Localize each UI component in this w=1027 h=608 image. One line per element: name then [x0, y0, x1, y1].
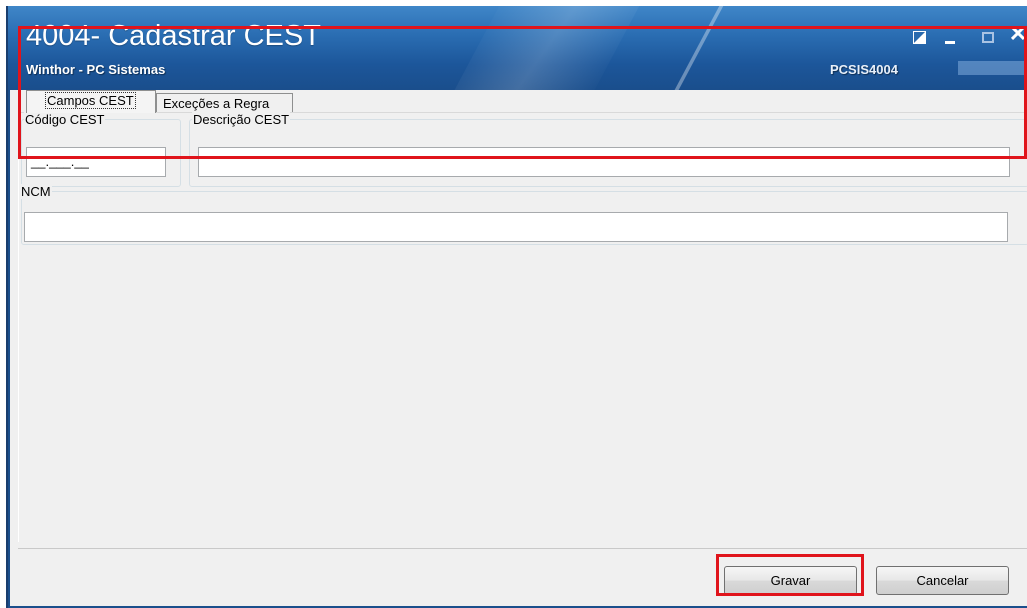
window-title: 4004- Cadastrar CEST [26, 20, 321, 52]
cancel-button[interactable]: Cancelar [876, 566, 1009, 595]
title-bar-highlight-band [958, 61, 1027, 75]
code-group: Código CEST __.___.__ [21, 112, 181, 187]
ncm-label: NCM [20, 184, 52, 199]
description-input[interactable] [198, 147, 1010, 177]
tab-campos-cest[interactable]: Campos CEST [26, 90, 156, 113]
ncm-group: NCM [20, 184, 1027, 245]
minimize-icon[interactable] [941, 28, 959, 46]
save-button[interactable]: Gravar [724, 566, 857, 595]
app-window: 4004- Cadastrar CEST Winthor - PC Sistem… [6, 6, 1027, 608]
maximize-icon[interactable] [979, 28, 997, 46]
tab-excecoes-regra[interactable]: Exceções a Regra [156, 93, 293, 113]
code-input[interactable]: __.___.__ [26, 147, 166, 177]
button-bar: Gravar Cancelar [18, 548, 1027, 606]
description-group: Descrição CEST [189, 112, 1027, 187]
restore-window-icon[interactable] [910, 28, 928, 46]
close-icon[interactable]: ✕ [1009, 21, 1027, 46]
title-bar[interactable]: 4004- Cadastrar CEST Winthor - PC Sistem… [8, 6, 1027, 90]
title-bar-sheen [435, 6, 661, 90]
code-label: Código CEST [24, 112, 106, 127]
tab-strip: Campos CEST Exceções a Regra [10, 90, 1027, 113]
tab-excecoes-regra-label: Exceções a Regra [163, 96, 270, 111]
routine-code: PCSIS4004 [830, 62, 898, 77]
tab-panel-campos-cest: Código CEST __.___.__ Descrição CEST NCM [18, 112, 1027, 542]
ncm-input[interactable] [24, 212, 1008, 242]
tab-campos-cest-label: Campos CEST [45, 92, 136, 109]
client-area: Campos CEST Exceções a Regra Código CEST… [10, 90, 1027, 606]
window-subtitle: Winthor - PC Sistemas [26, 62, 166, 77]
title-bar-sheen-line [666, 6, 734, 90]
description-label: Descrição CEST [192, 112, 291, 127]
